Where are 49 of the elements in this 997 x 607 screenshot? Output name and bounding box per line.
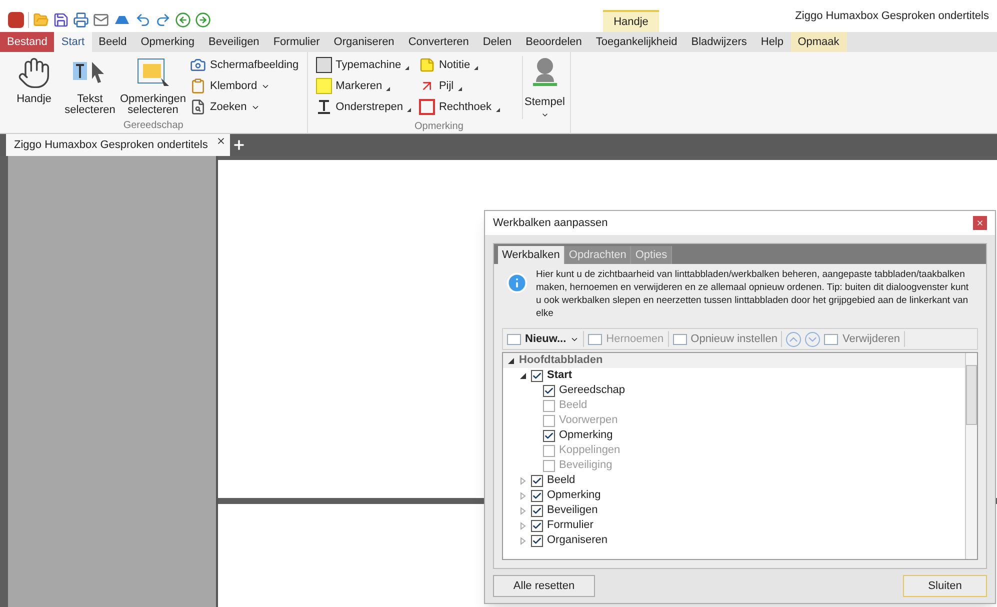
group-label: Gereedschap [122, 119, 184, 133]
ribbon-small-button[interactable]: Typemachine [316, 56, 411, 74]
ribbon-large-button[interactable]: Handje [8, 56, 60, 118]
window-title: Ziggo Humaxbox Gesproken ondertitels [795, 8, 989, 24]
ribbon-tab[interactable]: Start [54, 32, 92, 52]
ribbon-small-button[interactable]: Markeren [316, 77, 411, 95]
ribbon-small-button[interactable]: Notitie [418, 56, 514, 74]
ribbon-tab[interactable]: Beoordelen [518, 32, 589, 52]
ribbon-large-button[interactable]: Tekst selecteren [64, 56, 116, 118]
tree-item-label[interactable]: Beveiligen [547, 502, 598, 519]
reset-button[interactable]: Alle resetten [493, 575, 595, 597]
ribbon-tab[interactable]: Organiseren [326, 32, 402, 52]
toolbar-button[interactable]: Verwijderen [824, 330, 905, 348]
ribbon-large-button[interactable]: Stempel [522, 56, 562, 118]
info-text: Hier kunt u de zichtbaarheid van linttabbladen/werkbalken beheren, aangepaste tabbladen/taakbalken maken, hernoemen en verwijderen en ze allemaal opnieuw ordenen. Tip: buiten dit dialoogvenster kunt u ook werkbalken slepen en neerzetten tussen linttabbladen door het grijpgebied aan de linkerkant van elke [536, 268, 970, 320]
close-dialog-button[interactable]: Sluiten [903, 575, 987, 597]
file-tab[interactable]: Bestand [0, 32, 54, 52]
tree-item-label[interactable]: Formulier [547, 517, 594, 534]
tree-item-label[interactable]: Gereedschap [559, 382, 626, 399]
tree-item-label[interactable]: Opmerking [559, 427, 613, 444]
group-label: Opmerking [413, 120, 464, 134]
ribbon-tab[interactable]: Beveiligen [202, 32, 266, 52]
document-tab[interactable]: Ziggo Humaxbox Gesproken ondertitels [6, 134, 230, 156]
ribbon-small-button[interactable]: Rechthoek [418, 98, 514, 116]
toolbar-button[interactable]: Opnieuw instellen [672, 330, 782, 348]
ribbon-small-button[interactable]: Klembord [190, 77, 299, 95]
contextual-tab[interactable]: Opmaak [790, 32, 846, 52]
tree-item-label[interactable]: Organiseren [547, 532, 608, 549]
ribbon-tab[interactable]: Help [754, 32, 790, 52]
tree-item-label[interactable]: Hoofdtabbladen [519, 353, 603, 369]
ribbon-large-button[interactable]: Opmerkingen selecteren [120, 56, 186, 118]
ribbon-small-button[interactable]: Onderstrepen [316, 98, 411, 116]
ribbon-tab[interactable]: Opmerking [134, 32, 202, 52]
ribbon-small-button[interactable]: Schermafbeelding [190, 56, 299, 74]
ribbon-small-button[interactable]: Pijl [418, 77, 514, 95]
ribbon-tab[interactable]: Formulier [266, 32, 327, 52]
ribbon-tab[interactable]: Beeld [92, 32, 134, 52]
toolbar-button[interactable]: Nieuw... [507, 330, 584, 348]
contextual-group-label: Handje [614, 14, 648, 30]
ribbon-tab[interactable]: Converteren [401, 32, 476, 52]
tree-item-label[interactable]: Opmerking [547, 487, 601, 504]
dialog-title: Werkbalken aanpassen [493, 216, 608, 231]
tree-item-label[interactable]: Start [547, 367, 572, 384]
ribbon-tab[interactable]: Delen [476, 32, 519, 52]
dialog-tab[interactable]: Werkbalken [498, 246, 565, 264]
ribbon-tab[interactable]: Toegankelijkheid [588, 32, 684, 52]
ribbon-tab[interactable]: Bladwijzers [684, 32, 754, 52]
tree-item-label[interactable]: Beeld [547, 472, 576, 489]
ribbon-small-button[interactable]: Zoeken [190, 98, 299, 116]
